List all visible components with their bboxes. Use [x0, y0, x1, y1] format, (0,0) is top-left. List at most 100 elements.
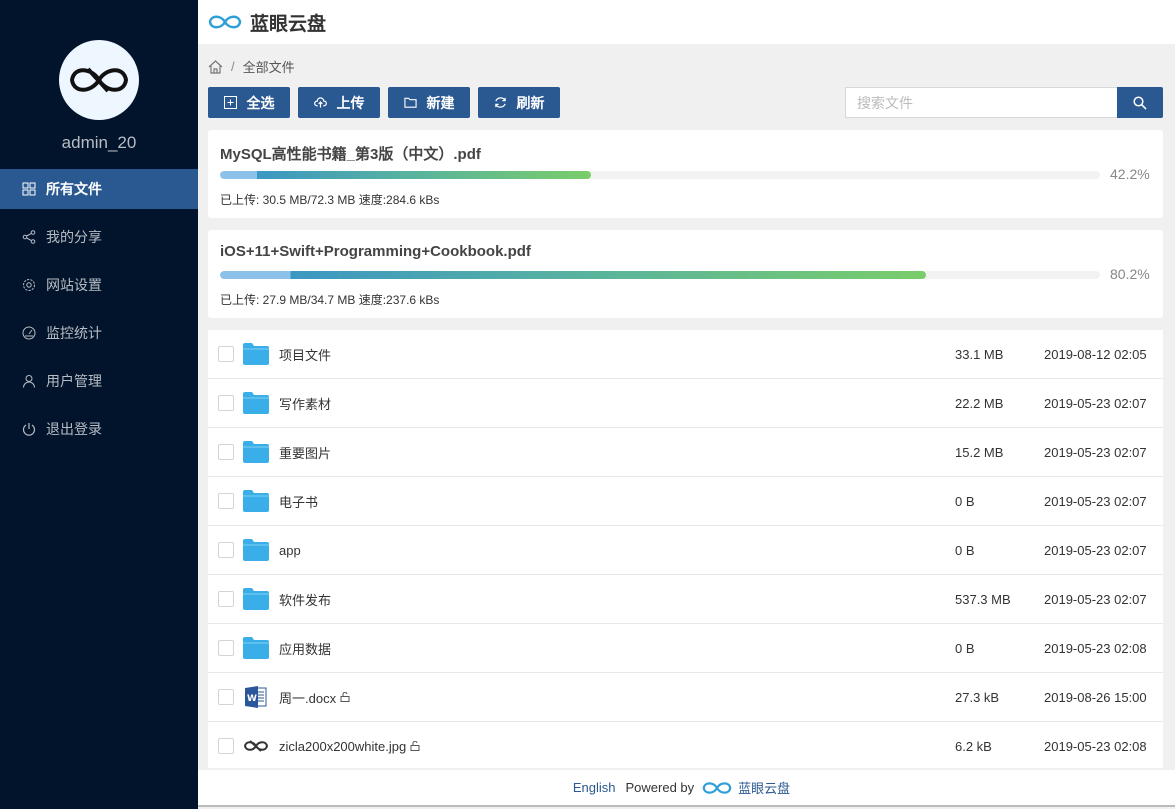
row-checkbox[interactable]: [218, 738, 234, 754]
sidebar-item-0[interactable]: 所有文件: [0, 169, 198, 209]
row-checkbox[interactable]: [218, 689, 234, 705]
logo-icon: [69, 67, 129, 93]
users-icon: [23, 375, 35, 388]
file-size: 0 B: [955, 493, 975, 509]
footer: English Powered by 蓝眼云盘: [198, 770, 1175, 807]
breadcrumb: / 全部文件: [208, 57, 295, 76]
file-name[interactable]: 软件发布: [279, 590, 331, 609]
row-checkbox[interactable]: [218, 640, 234, 656]
header: 蓝眼云盘: [198, 0, 1175, 44]
file-row[interactable]: 软件发布 537.3 MB 2019-05-23 02:07: [208, 575, 1163, 624]
brand-title: 蓝眼云盘: [250, 13, 327, 35]
file-date: 2019-05-23 02:07: [1044, 591, 1147, 607]
file-size: 0 B: [955, 640, 975, 656]
refresh-icon: [494, 97, 506, 108]
file-row[interactable]: 写作素材 22.2 MB 2019-05-23 02:07: [208, 379, 1163, 428]
image-thumbnail-icon: [243, 740, 269, 752]
sidebar-item-3[interactable]: 监控统计: [0, 313, 198, 353]
brand-logo-icon: [208, 15, 242, 29]
file-size: 0 B: [955, 542, 975, 558]
row-checkbox[interactable]: [218, 444, 234, 460]
file-name[interactable]: 重要图片: [279, 443, 331, 462]
file-date: 2019-05-23 02:07: [1044, 395, 1147, 411]
file-row[interactable]: app 0 B 2019-05-23 02:07: [208, 526, 1163, 575]
file-name[interactable]: app: [279, 543, 301, 558]
breadcrumb-current: 全部文件: [242, 60, 295, 75]
search-button[interactable]: [1117, 87, 1163, 118]
upload-progress-fill: [220, 171, 592, 179]
search-icon: [1133, 95, 1147, 110]
word-file-icon: W: [245, 686, 267, 708]
folder-icon: [243, 539, 269, 561]
file-size: 33.1 MB: [955, 346, 1004, 362]
unlock-icon[interactable]: [340, 692, 350, 702]
sidebar-item-label: 监控统计: [46, 325, 102, 341]
sidebar-item-2[interactable]: 网站设置: [0, 265, 198, 305]
file-date: 2019-05-23 02:07: [1044, 493, 1147, 509]
new-folder-button[interactable]: 新建: [388, 87, 470, 118]
upload-progress-bar: [220, 171, 1100, 179]
upload-info: 已上传: 30.5 MB/72.3 MB 速度:284.6 kBs: [220, 193, 440, 207]
select-all-label: 全选: [246, 94, 275, 111]
new-label: 新建: [426, 94, 455, 111]
file-size: 6.2 kB: [955, 738, 992, 754]
upload-progress-fill: [220, 271, 926, 279]
svg-text:W: W: [247, 694, 257, 704]
upload-button[interactable]: 上传: [298, 87, 380, 118]
breadcrumb-separator: /: [231, 59, 235, 74]
home-icon[interactable]: [208, 59, 223, 74]
row-checkbox[interactable]: [218, 346, 234, 362]
folder-icon: [243, 588, 269, 610]
file-name[interactable]: 周一.docx: [279, 688, 336, 707]
upload-filename: MySQL高性能书籍_第3版（中文）.pdf: [220, 146, 481, 163]
file-date: 2019-08-12 02:05: [1044, 346, 1147, 362]
file-row[interactable]: W 周一.docx 27.3 kB 2019-08-26 15:00: [208, 673, 1163, 722]
upload-progress-bar: [220, 271, 1100, 279]
file-row[interactable]: 项目文件 33.1 MB 2019-08-12 02:05: [208, 330, 1163, 379]
folder-icon: [243, 490, 269, 512]
row-checkbox[interactable]: [218, 493, 234, 509]
upload-filename: iOS+11+Swift+Programming+Cookbook.pdf: [220, 243, 531, 260]
select-all-button[interactable]: 全选: [208, 87, 290, 118]
upload-percent: 80.2%: [1110, 266, 1150, 282]
sidebar-item-label: 所有文件: [46, 181, 102, 197]
file-name[interactable]: 电子书: [279, 492, 318, 511]
username: admin_20: [61, 133, 137, 152]
row-checkbox[interactable]: [218, 395, 234, 411]
folder-icon: [243, 392, 269, 414]
share-icon: [22, 230, 36, 244]
file-row[interactable]: 重要图片 15.2 MB 2019-05-23 02:07: [208, 428, 1163, 477]
folder-icon: [243, 441, 269, 463]
row-checkbox[interactable]: [218, 591, 234, 607]
file-name[interactable]: 项目文件: [279, 345, 331, 364]
language-link[interactable]: English: [573, 780, 616, 795]
sidebar-item-label: 网站设置: [46, 277, 102, 293]
file-date: 2019-05-23 02:08: [1044, 738, 1147, 754]
file-name[interactable]: 应用数据: [279, 639, 331, 658]
search-input[interactable]: [845, 87, 1117, 118]
row-checkbox[interactable]: [218, 542, 234, 558]
file-name[interactable]: zicla200x200white.jpg: [279, 739, 406, 754]
unlock-icon[interactable]: [410, 741, 420, 751]
file-date: 2019-08-26 15:00: [1044, 689, 1147, 705]
sidebar-item-4[interactable]: 用户管理: [0, 361, 198, 401]
upload-item: iOS+11+Swift+Programming+Cookbook.pdf 80…: [208, 230, 1163, 318]
plus-square-icon: [223, 96, 237, 109]
file-row[interactable]: zicla200x200white.jpg 6.2 kB 2019-05-23 …: [208, 722, 1163, 768]
refresh-button[interactable]: 刷新: [478, 87, 560, 118]
file-row[interactable]: 应用数据 0 B 2019-05-23 02:08: [208, 624, 1163, 673]
grid-icon: [22, 182, 36, 196]
file-row[interactable]: 电子书 0 B 2019-05-23 02:07: [208, 477, 1163, 526]
upload-info: 已上传: 27.9 MB/34.7 MB 速度:237.6 kBs: [220, 293, 440, 307]
folder-icon: [243, 343, 269, 365]
file-size: 15.2 MB: [955, 444, 1004, 460]
sidebar-item-1[interactable]: 我的分享: [0, 217, 198, 257]
upload-label: 上传: [336, 94, 365, 111]
brand-link[interactable]: 蓝眼云盘: [738, 778, 790, 797]
file-name[interactable]: 写作素材: [279, 394, 331, 413]
sidebar-item-label: 我的分享: [46, 229, 102, 245]
sidebar-item-5[interactable]: 退出登录: [0, 409, 198, 449]
cloud-upload-icon: [313, 97, 327, 108]
avatar[interactable]: [59, 40, 139, 120]
sidebar: admin_20 所有文件我的分享网站设置监控统计用户管理退出登录: [0, 0, 198, 809]
